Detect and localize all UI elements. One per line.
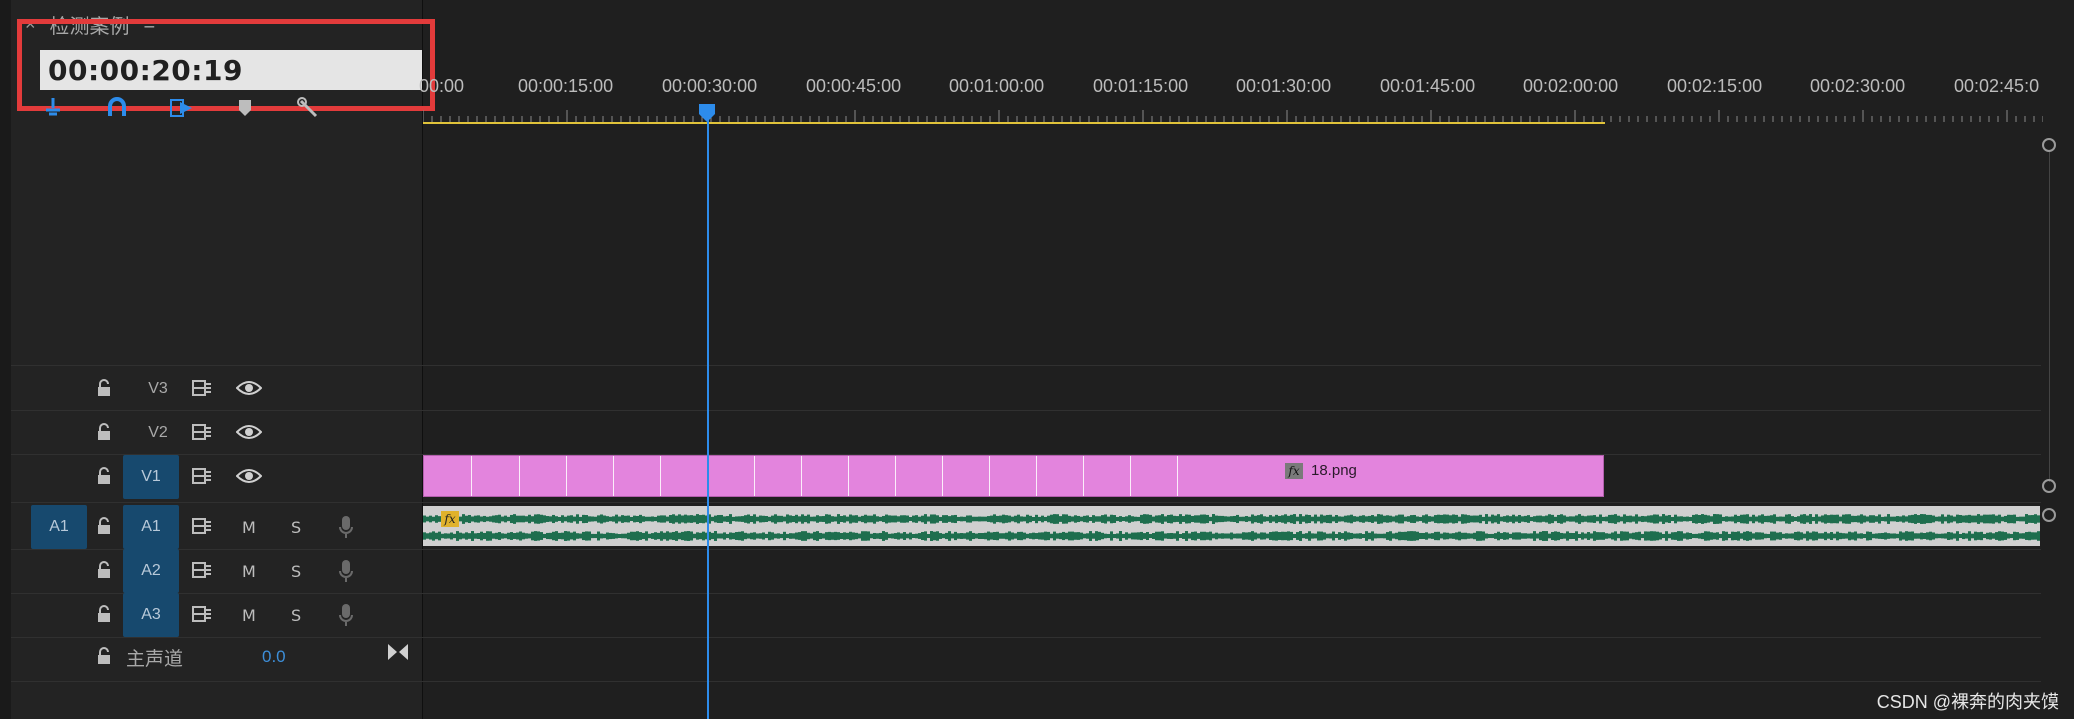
lock-icon[interactable] (96, 647, 112, 665)
mute-button[interactable]: M (242, 518, 256, 537)
track-header-v1: V1 (11, 455, 422, 499)
work-area-bar[interactable] (423, 122, 1605, 124)
clip-segment-divider (660, 456, 661, 496)
track-label-v1[interactable]: V1 (123, 455, 179, 499)
track-header-master: 主声道 0.0 (11, 638, 422, 680)
ruler-label: 00:00:15:00 (518, 76, 614, 96)
ruler-label: 00:00:30:00 (662, 76, 758, 96)
vertical-scrollbar-track[interactable] (2049, 152, 2050, 482)
lock-icon[interactable] (96, 605, 112, 623)
clip-label: fx 18.png (1285, 462, 1357, 479)
master-track-label: 主声道 (126, 649, 184, 670)
sync-lock-icon[interactable] (191, 561, 213, 579)
fx-badge: fx (1285, 462, 1303, 479)
ruler-ticks (423, 110, 2043, 122)
clip-segment-divider (801, 456, 802, 496)
clip-name: 18.png (1311, 462, 1357, 479)
solo-button[interactable]: S (291, 562, 301, 581)
sync-lock-icon[interactable] (191, 605, 213, 623)
sync-lock-icon[interactable] (191, 517, 213, 535)
ruler-label: 00:02:00:00 (1523, 76, 1619, 96)
playhead-handle[interactable] (697, 104, 717, 122)
wrench-icon[interactable] (296, 96, 322, 120)
track-header-a2: A2 M S (11, 549, 422, 593)
sync-lock-icon[interactable] (191, 467, 213, 485)
clip-segment-divider (1083, 456, 1084, 496)
watermark-text: CSDN @裸奔的肉夹馍 (1876, 692, 2059, 712)
track-header-a3: A3 M S (11, 593, 422, 637)
track-label-a2[interactable]: A2 (123, 549, 179, 593)
scroll-handle-top[interactable] (2042, 138, 2056, 152)
track-divider (11, 365, 2041, 366)
clip-segment-divider (1130, 456, 1131, 496)
lock-icon[interactable] (96, 517, 112, 535)
clip-segment-divider (613, 456, 614, 496)
video-clip-18png[interactable]: fx 18.png (423, 455, 1604, 497)
track-label-a3[interactable]: A3 (123, 593, 179, 637)
ruler-label: 00:01:00:00 (949, 76, 1045, 96)
clip-segment-divider (895, 456, 896, 496)
eye-icon[interactable] (236, 380, 262, 396)
scroll-handle-audio[interactable] (2042, 508, 2056, 522)
sync-lock-icon[interactable] (191, 423, 213, 441)
microphone-icon[interactable] (338, 515, 354, 539)
track-label-v2[interactable]: V2 (130, 411, 186, 455)
insert-marker-icon[interactable] (168, 96, 194, 120)
microphone-icon[interactable] (338, 603, 354, 627)
playhead-line[interactable] (707, 104, 709, 719)
master-volume-value[interactable]: 0.0 (262, 647, 286, 667)
track-divider (11, 502, 2041, 503)
track-header-v2: V2 (11, 412, 422, 454)
sync-lock-icon[interactable] (191, 379, 213, 397)
clip-segment-divider (566, 456, 567, 496)
clip-segment-divider (848, 456, 849, 496)
clip-segment-divider (1036, 456, 1037, 496)
clip-segment-divider (989, 456, 990, 496)
clip-segment-divider (942, 456, 943, 496)
audio-waveform (423, 514, 2040, 541)
fx-badge: fx (441, 511, 459, 527)
track-header-a1: A1 A1 M S (11, 505, 422, 549)
ruler-label: 00:01:30:00 (1236, 76, 1332, 96)
audio-clip-a1[interactable]: fx (423, 506, 2040, 546)
ruler-label: 00:02:15:00 (1667, 76, 1763, 96)
track-divider (11, 410, 2041, 411)
eye-icon[interactable] (236, 424, 262, 440)
solo-button[interactable]: S (291, 606, 301, 625)
ruler-label: 00:01:45:00 (1380, 76, 1476, 96)
master-end-icon[interactable] (387, 643, 409, 661)
ruler-label: 00:01:15:00 (1093, 76, 1189, 96)
clip-segment-divider (519, 456, 520, 496)
lock-icon[interactable] (96, 467, 112, 485)
linked-selection-icon[interactable] (104, 96, 130, 120)
track-label-a1[interactable]: A1 (123, 505, 179, 549)
track-header-v3: V3 (11, 368, 422, 410)
ruler-label: 00:00:45:00 (806, 76, 902, 96)
lock-icon[interactable] (96, 423, 112, 441)
time-ruler[interactable]: 00:00 00:00:15:00 00:00:30:00 00:00:45:0… (419, 62, 2043, 124)
ruler-label: 00:02:45:0 (1954, 76, 2040, 96)
clip-segment-divider (1177, 456, 1178, 496)
clip-segment-divider (754, 456, 755, 496)
snap-icon[interactable] (40, 96, 66, 120)
solo-button[interactable]: S (291, 518, 301, 537)
marker-icon[interactable] (232, 96, 258, 120)
mute-button[interactable]: M (242, 562, 256, 581)
lock-icon[interactable] (96, 379, 112, 397)
clip-segment-divider (471, 456, 472, 496)
lock-icon[interactable] (96, 561, 112, 579)
scroll-handle-video[interactable] (2042, 479, 2056, 493)
timeline-toolbar (40, 96, 322, 120)
source-patch-a1[interactable]: A1 (31, 505, 87, 549)
track-label-v3[interactable]: V3 (130, 367, 186, 411)
mute-button[interactable]: M (242, 606, 256, 625)
ruler-label: 00:02:30:00 (1810, 76, 1906, 96)
eye-icon[interactable] (236, 468, 262, 484)
ruler-label: 00:00 (419, 76, 465, 96)
microphone-icon[interactable] (338, 559, 354, 583)
track-divider (11, 681, 2041, 682)
